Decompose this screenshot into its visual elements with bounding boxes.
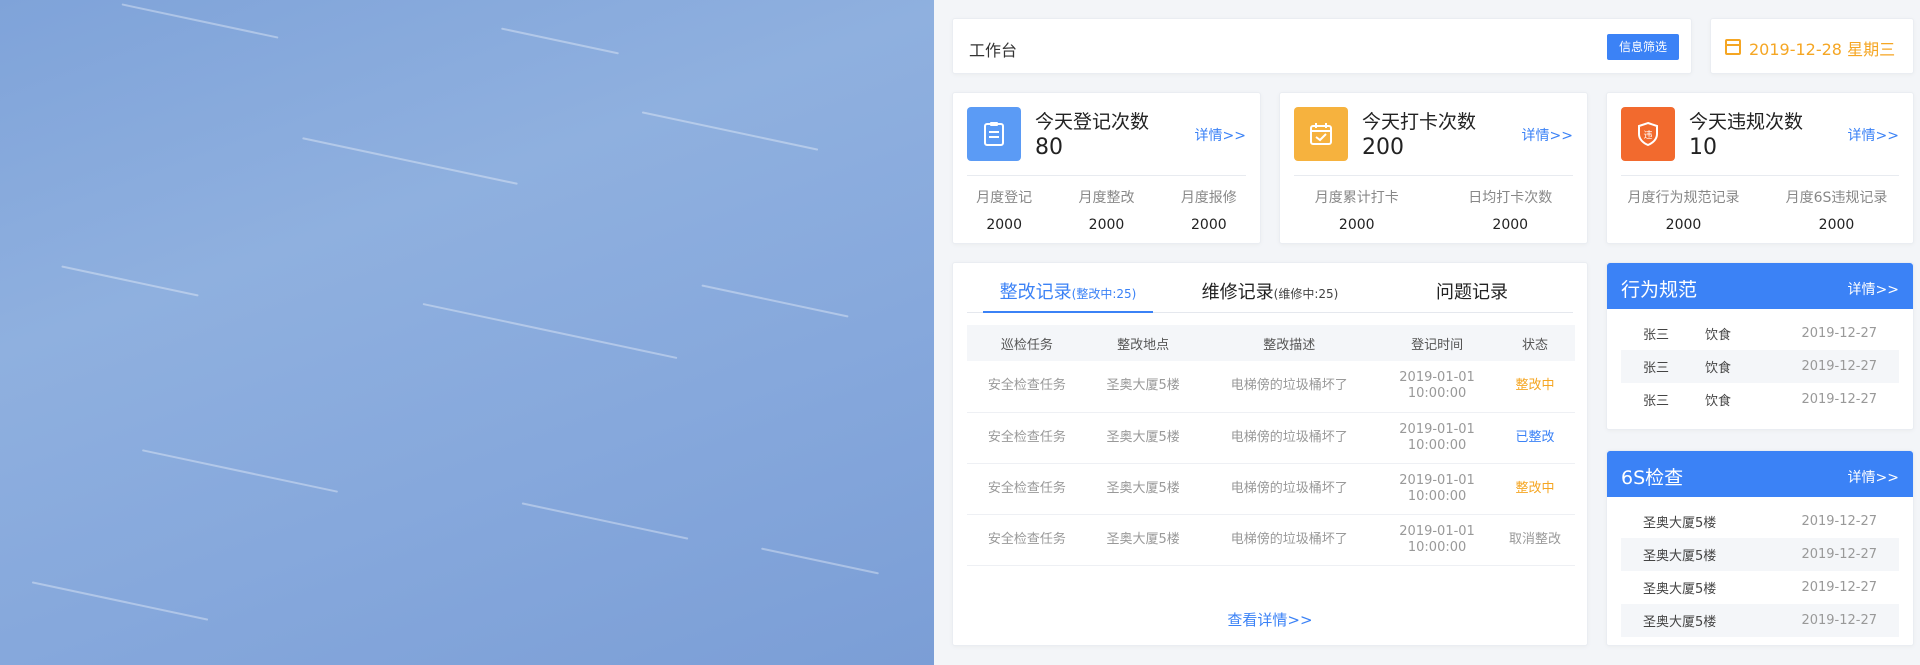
records-table: 巡检任务 整改地点 整改描述 登记时间 状态 安全检查任务 圣奥大厦5楼 电梯傍的垃…: [967, 325, 1575, 566]
stat-card-checkins: 今天打卡次数 200 详情>> 月度累计打卡 2000 日均打卡次数 2000: [1279, 92, 1588, 244]
calendar-check-icon: [1294, 107, 1348, 161]
panel-details-link[interactable]: 详情>>: [1848, 279, 1899, 299]
status-badge: 已整改: [1495, 412, 1575, 464]
filter-button[interactable]: 信息筛选: [1606, 34, 1679, 60]
stat-card-registrations: 今天登记次数 80 详情>> 月度登记 2000 月度整改 2000 月度报修 200…: [952, 92, 1261, 244]
list-item[interactable]: 张三 饮食 2019-12-27: [1621, 317, 1899, 350]
sub-stat: 月度登记 2000: [976, 190, 1033, 233]
stat-title: 今天登记次数: [1035, 111, 1150, 133]
column-header: 整改地点: [1086, 325, 1200, 361]
stat-value: 80: [1035, 135, 1063, 160]
sub-stat: 月度报修 2000: [1180, 190, 1237, 233]
stat-value: 10: [1689, 135, 1717, 160]
page-title: 工作台: [969, 41, 1018, 60]
stat-value: 200: [1362, 135, 1404, 160]
divider: [1621, 175, 1899, 176]
status-badge: 整改中: [1495, 361, 1575, 413]
background-panel: [0, 0, 934, 665]
divider: [1294, 175, 1573, 176]
records-panel: 整改记录(整改中:25) 维修记录(维修中:25) 问题记录 巡检任务 整改地点…: [952, 262, 1588, 646]
svg-text:违: 违: [1643, 130, 1652, 141]
records-tabs: 整改记录(整改中:25) 维修记录(维修中:25) 问题记录: [967, 273, 1573, 313]
stat-card-violations: 违 今天违规次数 10 详情>> 月度行为规范记录 2000 月度6S违规记录 20…: [1606, 92, 1914, 244]
tab-rectification[interactable]: 整改记录(整改中:25): [967, 273, 1169, 313]
dashboard: 工作台 信息筛选 2019-12-28 星期三 今天登记次数 80 详情>> 月…: [934, 0, 1920, 665]
shield-icon: 违: [1621, 107, 1675, 161]
column-header: 状态: [1495, 325, 1575, 361]
table-row[interactable]: 安全检查任务 圣奥大厦5楼 电梯傍的垃圾桶坏了 2019-01-01 10:00:00…: [967, 361, 1575, 413]
sub-stat: 月度累计打卡 2000: [1314, 190, 1399, 233]
list-item[interactable]: 圣奥大厦5楼 2019-12-27: [1621, 604, 1899, 637]
table-row[interactable]: 安全检查任务 圣奥大厦5楼 电梯傍的垃圾桶坏了 2019-01-01 10:00:00…: [967, 463, 1575, 515]
list-item[interactable]: 张三 饮食 2019-12-27: [1621, 383, 1899, 416]
behavior-panel: 行为规范 详情>> 张三 饮食 2019-12-27 张三 饮食 2019-12-27 …: [1606, 262, 1914, 430]
panel-details-link[interactable]: 详情>>: [1848, 467, 1899, 487]
table-row[interactable]: 安全检查任务 圣奥大厦5楼 电梯傍的垃圾桶坏了 2019-01-01 10:00:00…: [967, 514, 1575, 566]
tab-repair[interactable]: 维修记录(维修中:25): [1169, 273, 1371, 312]
stat-title: 今天打卡次数: [1362, 111, 1477, 133]
date-display: 2019-12-28 星期三: [1710, 18, 1914, 74]
column-header: 整改描述: [1199, 325, 1380, 361]
column-header: 巡检任务: [967, 325, 1087, 361]
panel-title: 行为规范: [1621, 279, 1698, 301]
divider: [967, 175, 1246, 176]
clipboard-icon: [967, 107, 1021, 161]
header-bar: 工作台 信息筛选: [952, 18, 1692, 74]
stat-details-link[interactable]: 详情>>: [1522, 125, 1573, 145]
sub-stat: 月度行为规范记录 2000: [1627, 190, 1740, 233]
stat-details-link[interactable]: 详情>>: [1848, 125, 1899, 145]
list-item[interactable]: 圣奥大厦5楼 2019-12-27: [1621, 505, 1899, 538]
panel-title: 6S检查: [1621, 467, 1684, 489]
stat-details-link[interactable]: 详情>>: [1195, 125, 1246, 145]
calendar-icon: [1725, 39, 1741, 55]
sub-stat: 日均打卡次数 2000: [1468, 190, 1553, 233]
list-item[interactable]: 张三 饮食 2019-12-27: [1621, 350, 1899, 383]
status-badge: 整改中: [1495, 463, 1575, 515]
tab-issues[interactable]: 问题记录: [1371, 273, 1573, 312]
column-header: 登记时间: [1379, 325, 1496, 361]
view-more-link[interactable]: 查看详情>>: [953, 609, 1587, 630]
sub-stat: 月度整改 2000: [1078, 190, 1135, 233]
stat-title: 今天违规次数: [1689, 111, 1804, 133]
status-badge: 取消整改: [1495, 514, 1575, 566]
sub-stat: 月度6S违规记录 2000: [1785, 190, 1888, 233]
list-item[interactable]: 圣奥大厦5楼 2019-12-27: [1621, 538, 1899, 571]
list-item[interactable]: 圣奥大厦5楼 2019-12-27: [1621, 571, 1899, 604]
table-row[interactable]: 安全检查任务 圣奥大厦5楼 电梯傍的垃圾桶坏了 2019-01-01 10:00:00…: [967, 412, 1575, 464]
check-6s-panel: 6S检查 详情>> 圣奥大厦5楼 2019-12-27 圣奥大厦5楼 2019-12…: [1606, 450, 1914, 646]
current-date: 2019-12-28 星期三: [1749, 40, 1896, 59]
